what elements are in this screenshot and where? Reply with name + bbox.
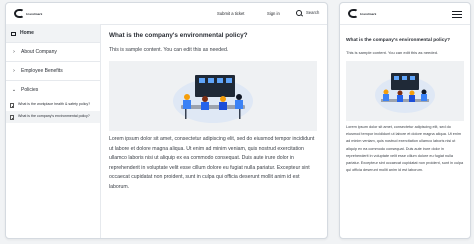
article-body: Lorem ipsum dolor sit amet, consectetur … (109, 136, 315, 190)
meeting-illustration (109, 61, 317, 131)
document-icon (10, 103, 14, 108)
article-body: Lorem ipsum dolor sit amet, consectetur … (346, 125, 464, 173)
mobile-preview: brandmark What is the company's environm… (339, 2, 471, 239)
logo-text: brandmark (26, 11, 43, 16)
article-title: What is the company's environmental poli… (109, 32, 248, 39)
sidebar: Home › About Company › Employee Benefits… (6, 24, 101, 238)
sidebar-subitem-environmental[interactable]: What is the company's environmental poli… (6, 111, 100, 123)
sidebar-item-label: Policies (21, 87, 39, 93)
sidebar-item-about-company[interactable]: › About Company (6, 43, 100, 62)
article-lead: This is sample content. You can edit thi… (109, 47, 229, 53)
sidebar-subitem-label: What is the company's environmental poli… (18, 114, 90, 118)
logo-mark-icon (14, 9, 24, 18)
meeting-illustration-graphic (173, 75, 253, 123)
sign-in-link[interactable]: Sign in (267, 11, 280, 16)
search-button[interactable]: Search (296, 9, 320, 16)
logo[interactable]: brandmark (14, 9, 42, 18)
document-icon (10, 115, 14, 120)
search-label: Search (306, 10, 320, 15)
meeting-illustration (346, 61, 464, 121)
sidebar-item-label: Home (20, 30, 34, 36)
sidebar-item-home[interactable]: Home (6, 24, 100, 43)
mobile-header: brandmark (340, 3, 470, 25)
desktop-preview: brandmark Submit a ticket Sign in Search… (5, 2, 328, 239)
article: What is the company's environmental poli… (109, 24, 317, 192)
site-header: brandmark Submit a ticket Sign in Search (6, 3, 327, 25)
logo[interactable]: brandmark (348, 9, 376, 18)
logo-text: brandmark (360, 11, 377, 16)
chevron-right-icon: › (13, 68, 15, 74)
sidebar-item-label: About Company (21, 49, 57, 55)
sidebar-subitem-health-safety[interactable]: What is the workplace health & safety po… (6, 99, 100, 111)
article-title: What is the company's environmental poli… (346, 38, 451, 43)
article-lead: This is sample content. You can edit thi… (346, 50, 439, 55)
chevron-down-icon: ⌄ (11, 87, 17, 93)
search-icon (296, 9, 302, 16)
menu-icon[interactable] (452, 11, 462, 20)
home-icon (11, 32, 16, 36)
submit-ticket-link[interactable]: Submit a ticket (217, 11, 244, 16)
sidebar-item-employee-benefits[interactable]: › Employee Benefits (6, 62, 100, 81)
mobile-article: What is the company's environmental poli… (346, 24, 464, 174)
meeting-illustration-graphic (375, 73, 435, 113)
chevron-right-icon: › (13, 49, 15, 55)
sidebar-subitem-label: What is the workplace health & safety po… (18, 102, 91, 106)
logo-mark-icon (348, 9, 358, 18)
sidebar-item-label: Employee Benefits (21, 68, 63, 74)
sidebar-item-policies[interactable]: ⌄ Policies (6, 81, 100, 99)
